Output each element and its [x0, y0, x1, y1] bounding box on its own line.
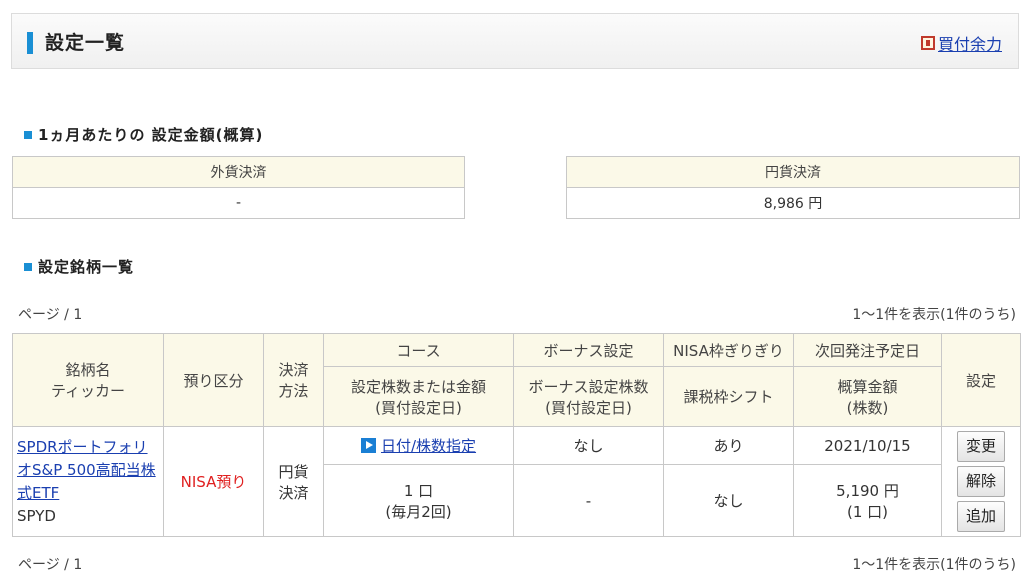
- monthly-amount-title: 1ヵ月あたりの 設定金額(概算): [38, 126, 264, 144]
- header-bonus-sub: ボーナス設定株数 (買付設定日): [513, 366, 664, 427]
- yen-settlement-label: 円貨決済: [566, 156, 1020, 188]
- yen-settlement-value: 8,986 円: [566, 187, 1020, 219]
- header-course: コース: [323, 333, 514, 367]
- course-link[interactable]: 日付/株数指定: [381, 437, 476, 455]
- header-next-sub-line1: 概算金額: [837, 377, 898, 396]
- change-button[interactable]: 変更: [957, 431, 1005, 462]
- page-indicator-top: ページ / 1: [18, 307, 83, 323]
- nisa-value: あり: [663, 426, 794, 465]
- foreign-settlement-table: 外貨決済 -: [12, 156, 465, 219]
- foreign-settlement-value: -: [12, 187, 465, 219]
- estimate-shares: (1 口): [846, 502, 889, 521]
- page-header: 設定一覧 買付余力: [11, 13, 1019, 69]
- header-stock-name-label: 銘柄名: [65, 361, 111, 379]
- header-bonus-sub-line2: (買付設定日): [545, 398, 632, 417]
- bonus-shares-value: -: [513, 464, 664, 537]
- cancel-button[interactable]: 解除: [957, 466, 1005, 497]
- header-settlement: 決済 方法: [263, 333, 324, 427]
- section-square-icon: [24, 262, 32, 271]
- settlement-value: 円貨 決済: [263, 426, 324, 537]
- play-icon: [360, 438, 376, 453]
- buying-power-link[interactable]: 買付余力: [920, 31, 1002, 55]
- settlement-value-line1: 円貨: [278, 462, 309, 481]
- next-date-value: 2021/10/15: [793, 426, 942, 465]
- header-ticker-label: ティッカー: [50, 382, 126, 400]
- settings-table: 銘柄名 ティッカー 預り区分 決済 方法 コース ボーナス設定 NISA枠ぎりぎ…: [12, 333, 1021, 537]
- account-type-value: NISA預り: [163, 426, 264, 537]
- header-next-sub-line2: (株数): [846, 398, 889, 417]
- stock-list-title: 設定銘柄一覧: [38, 258, 135, 276]
- header-next-sub: 概算金額 (株数): [793, 366, 942, 427]
- header-course-sub-line2: (買付設定日): [375, 398, 462, 417]
- header-accent-bar: [27, 32, 33, 54]
- section-square-icon: [24, 130, 32, 139]
- header-account-type: 預り区分: [163, 333, 264, 427]
- header-nisa: NISA枠ぎりぎり: [663, 333, 794, 367]
- estimate-cell: 5,190 円 (1 口): [793, 464, 942, 537]
- header-next-order: 次回発注予定日: [793, 333, 942, 367]
- estimate-amount: 5,190 円: [836, 481, 899, 500]
- yen-settlement-table: 円貨決済 8,986 円: [566, 156, 1020, 219]
- header-course-sub: 設定株数または金額 (買付設定日): [323, 366, 514, 427]
- header-bonus: ボーナス設定: [513, 333, 664, 367]
- result-count-bottom: 1〜1件を表示(1件のうち): [852, 557, 1016, 573]
- buying-power-icon: [920, 36, 935, 50]
- header-settlement-line2: 方法: [278, 382, 309, 400]
- header-settlement-line1: 決済: [278, 361, 309, 379]
- foreign-settlement-label: 外貨決済: [12, 156, 465, 188]
- monthly-amount-heading: 1ヵ月あたりの 設定金額(概算): [24, 124, 263, 145]
- stock-name-link[interactable]: SPDRポートフォリオS&P 500高配当株式ETF: [17, 438, 156, 502]
- header-bonus-sub-line1: ボーナス設定株数: [528, 377, 649, 396]
- table-header-row: 銘柄名 ティッカー 預り区分 決済 方法 コース ボーナス設定 NISA枠ぎりぎ…: [12, 333, 1021, 427]
- header-course-sub-line1: 設定株数または金額: [350, 377, 486, 396]
- add-button[interactable]: 追加: [957, 501, 1005, 532]
- result-count-top: 1〜1件を表示(1件のうち): [852, 307, 1016, 323]
- ticker-text: SPYD: [17, 506, 56, 525]
- shares-value: 1 口: [403, 481, 434, 500]
- stock-cell: SPDRポートフォリオS&P 500高配当株式ETF SPYD: [12, 426, 164, 537]
- tax-shift-value: なし: [663, 464, 794, 537]
- header-stock-name: 銘柄名 ティッカー: [12, 333, 164, 427]
- page-indicator-bottom: ページ / 1: [18, 557, 83, 573]
- stock-list-heading: 設定銘柄一覧: [24, 256, 134, 277]
- course-cell: 日付/株数指定: [323, 426, 514, 465]
- shares-cell: 1 口 (毎月2回): [323, 464, 514, 537]
- bonus-value: なし: [513, 426, 664, 465]
- header-settings: 設定: [941, 333, 1021, 427]
- header-nisa-sub: 課税枠シフト: [663, 366, 794, 427]
- buying-power-label: 買付余力: [937, 35, 1002, 54]
- settlement-value-line2: 決済: [278, 483, 309, 502]
- schedule-value: (毎月2回): [385, 502, 452, 521]
- settings-buttons-cell: 変更 解除 追加: [941, 426, 1021, 537]
- page-title: 設定一覧: [45, 32, 126, 54]
- table-row: SPDRポートフォリオS&P 500高配当株式ETF SPYD NISA預り 円…: [12, 426, 1021, 537]
